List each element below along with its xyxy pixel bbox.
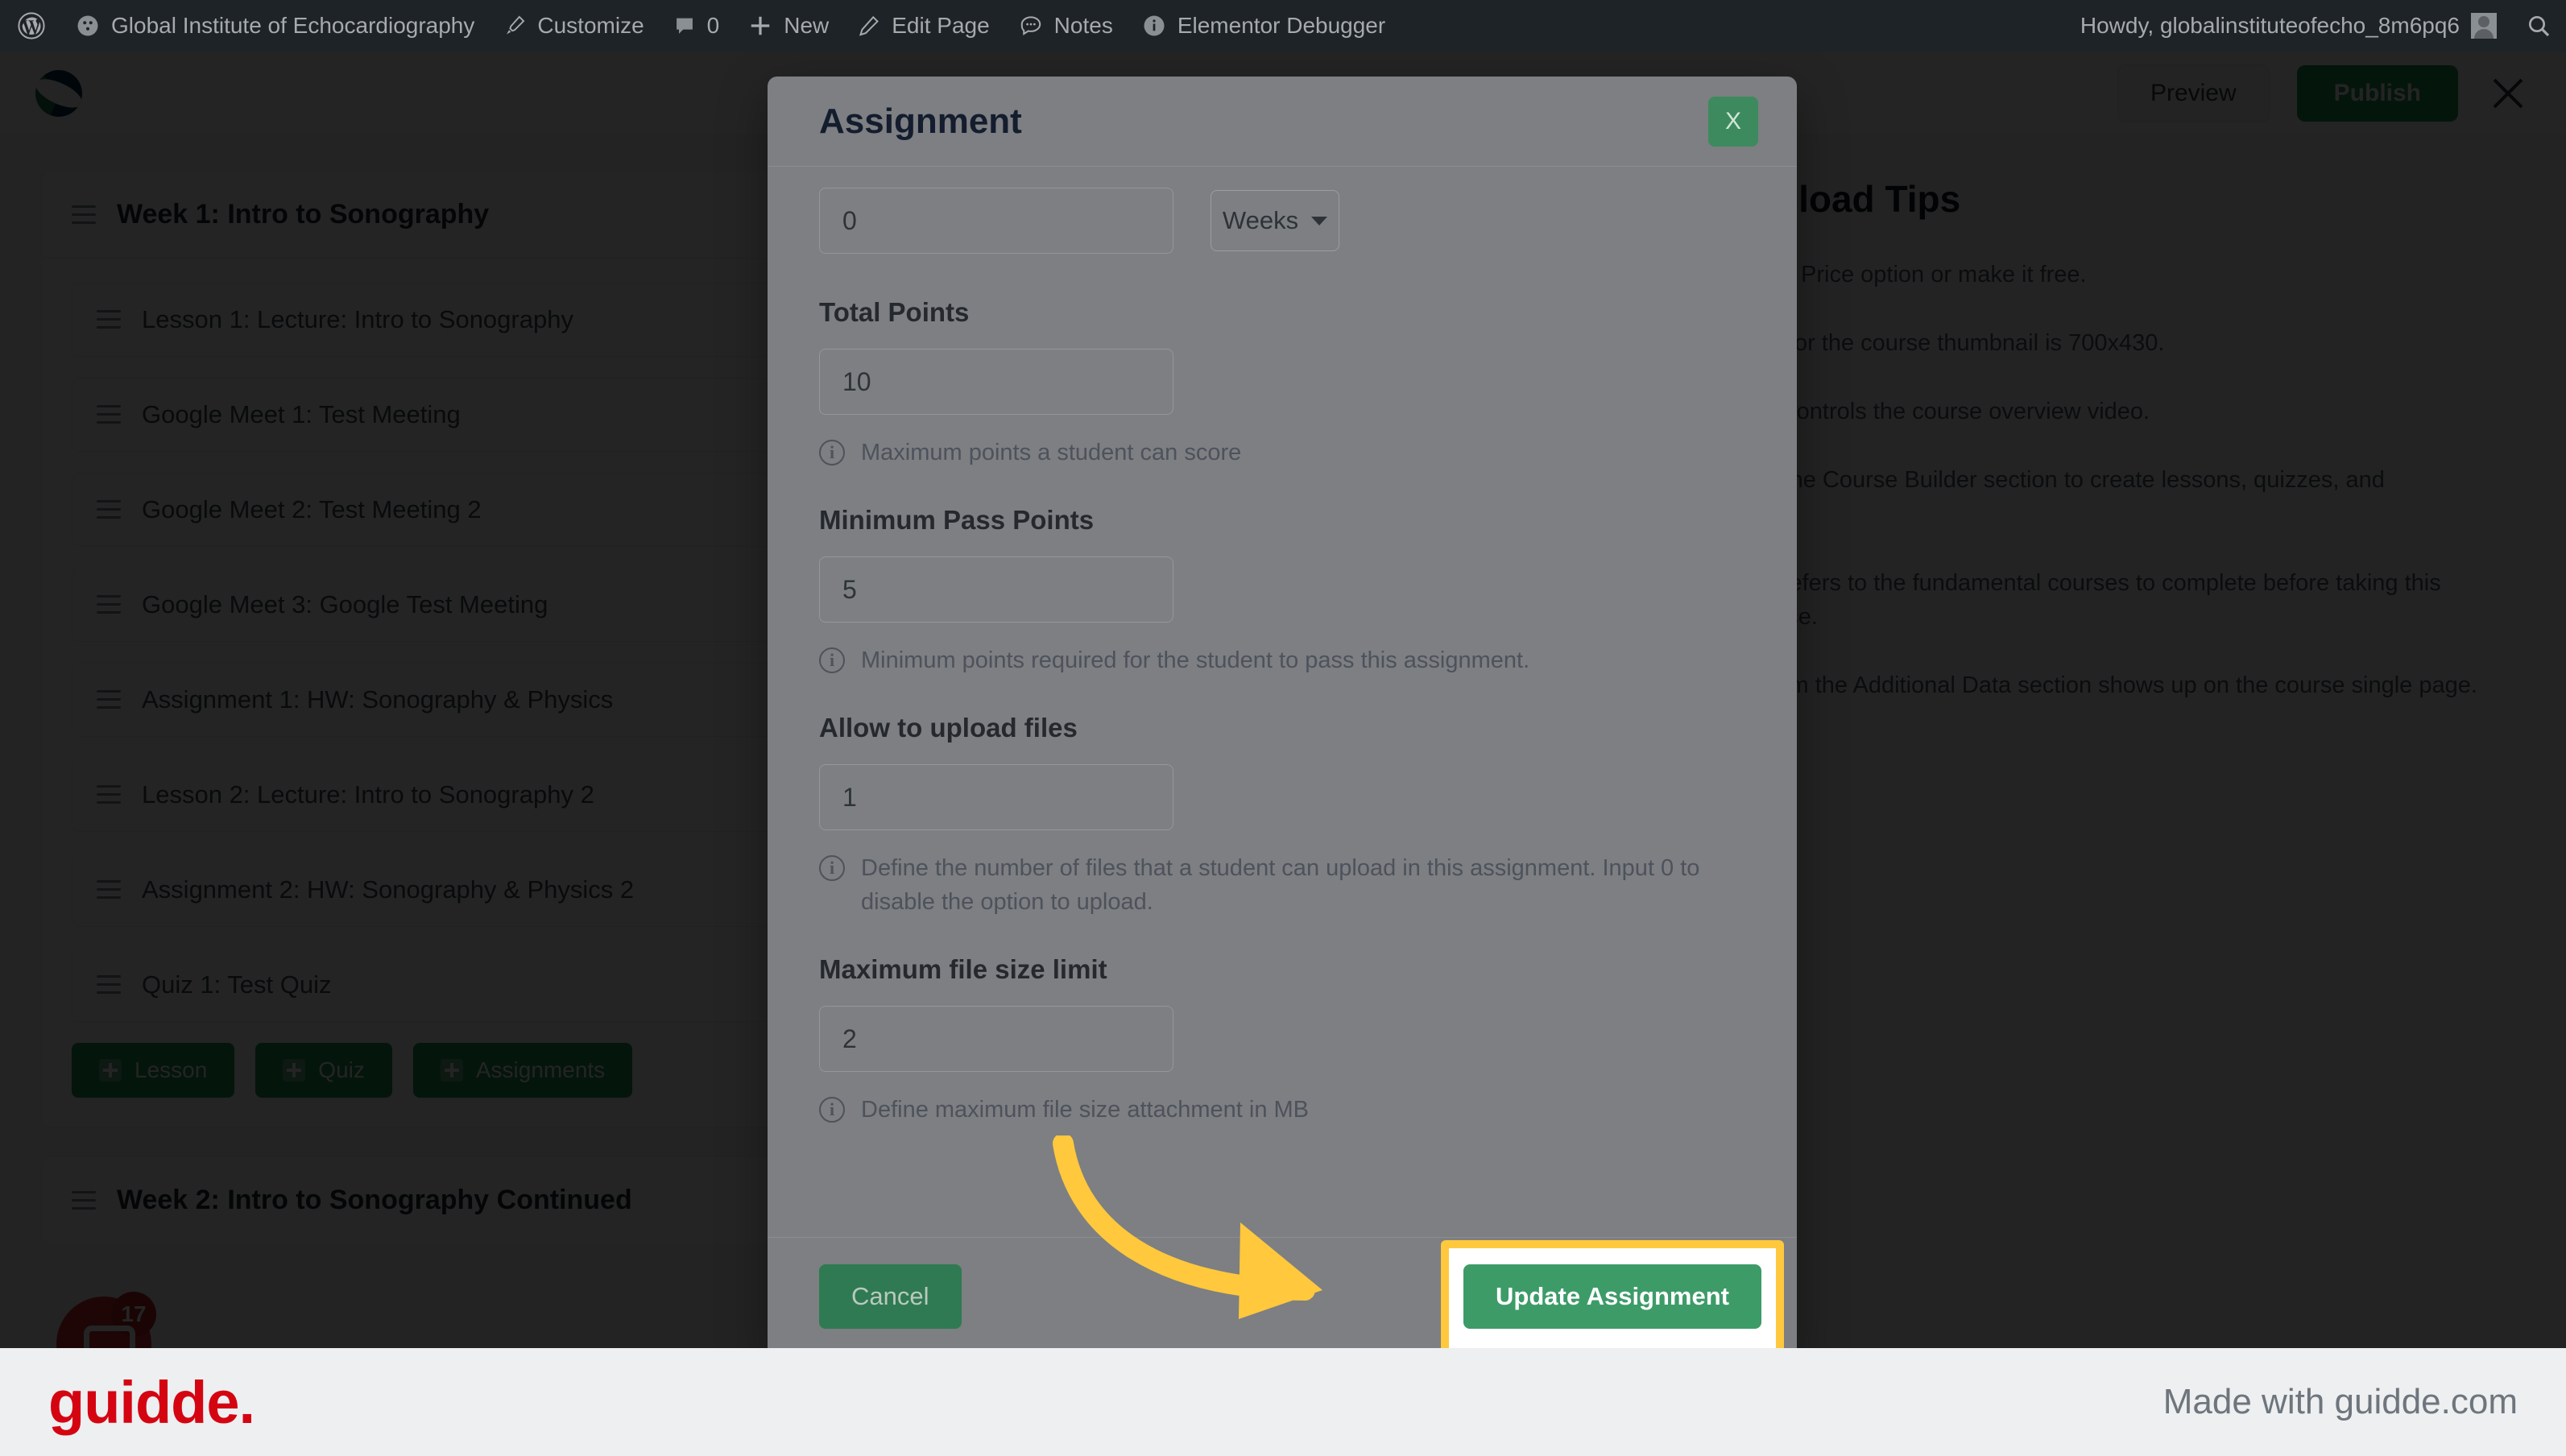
- dashboard-icon: [76, 14, 100, 38]
- admin-bar-customize[interactable]: Customize: [489, 0, 658, 52]
- paintbrush-icon: [503, 14, 526, 37]
- curved-arrow-icon: [1039, 1133, 1409, 1341]
- admin-bar-site-name[interactable]: Global Institute of Echocardiography: [61, 0, 489, 52]
- made-with-guidde-label: Made with guidde.com: [2162, 1382, 2518, 1421]
- total-points-hint-text: Maximum points a student can score: [861, 440, 1242, 465]
- guidde-footer: guidde. Made with guidde.com: [0, 1348, 2566, 1456]
- info-circle-icon: i: [819, 1097, 845, 1123]
- admin-bar-elementor-debugger[interactable]: Elementor Debugger: [1128, 0, 1400, 52]
- wp-admin-bar: Global Institute of Echocardiography Cus…: [0, 0, 2566, 52]
- admin-bar-edit-page-label: Edit Page: [892, 13, 990, 38]
- duration-field-row: 0 Weeks: [819, 188, 1745, 254]
- minimum-pass-points-hint-text: Minimum points required for the student …: [861, 647, 1530, 674]
- maximum-file-size-hint: i Define maximum file size attachment in…: [819, 1093, 1721, 1127]
- allow-upload-files-hint-text: Define the number of files that a studen…: [861, 855, 1700, 916]
- total-points-label: Total Points: [819, 297, 970, 327]
- modal-title: Assignment: [819, 101, 1022, 141]
- minimum-pass-points-label: Minimum Pass Points: [819, 505, 1095, 536]
- total-points-group: Total Points 10 i Maximum points a stude…: [819, 297, 1745, 469]
- minimum-pass-points-input[interactable]: 5: [819, 556, 1173, 623]
- modal-header: Assignment X: [768, 77, 1797, 167]
- admin-bar-wp-logo[interactable]: [0, 0, 61, 52]
- wordpress-logo-icon: [18, 12, 45, 39]
- admin-bar-howdy-label: Howdy, globalinstituteofecho_8m6pq6: [2080, 13, 2460, 38]
- admin-bar-new-label: New: [784, 13, 830, 38]
- admin-bar-new[interactable]: New: [734, 0, 843, 52]
- allow-upload-files-hint: i Define the number of files that a stud…: [819, 851, 1721, 919]
- maximum-file-size-label: Maximum file size limit: [819, 954, 1107, 985]
- allow-upload-files-group: Allow to upload files 1 i Define the num…: [819, 713, 1745, 919]
- info-circle-icon: i: [819, 647, 845, 674]
- modal-body: 0 Weeks Total Points 10 i Maximum points…: [768, 167, 1797, 1237]
- pencil-icon: [858, 14, 880, 37]
- duration-unit-select[interactable]: Weeks: [1211, 190, 1339, 251]
- maximum-file-size-group: Maximum file size limit 2 i Define maxim…: [819, 954, 1745, 1127]
- info-circle-icon: [1142, 14, 1166, 38]
- chevron-down-icon: [1311, 216, 1328, 225]
- maximum-file-size-hint-text: Define maximum file size attachment in M…: [861, 1097, 1310, 1123]
- avatar: [2471, 13, 2497, 39]
- total-points-input[interactable]: 10: [819, 349, 1173, 415]
- close-icon[interactable]: X: [1708, 96, 1758, 147]
- admin-bar-site-name-label: Global Institute of Echocardiography: [111, 13, 475, 38]
- maximum-file-size-input[interactable]: 2: [819, 1006, 1173, 1073]
- admin-bar-elementor-debugger-label: Elementor Debugger: [1177, 13, 1386, 38]
- admin-bar-comments[interactable]: 0: [659, 0, 735, 52]
- admin-bar-comments-count: 0: [706, 13, 720, 38]
- info-circle-icon: i: [819, 440, 845, 465]
- minimum-pass-points-group: Minimum Pass Points 5 i Minimum points r…: [819, 505, 1745, 677]
- admin-bar-notes-label: Notes: [1053, 13, 1113, 38]
- duration-input[interactable]: 0: [819, 188, 1173, 254]
- search-icon: [2526, 13, 2552, 39]
- admin-bar-edit-page[interactable]: Edit Page: [843, 0, 1004, 52]
- minimum-pass-points-hint: i Minimum points required for the studen…: [819, 643, 1721, 677]
- notes-bubble-icon: [1019, 14, 1043, 38]
- total-points-hint: i Maximum points a student can score: [819, 436, 1721, 469]
- allow-upload-files-label: Allow to upload files: [819, 713, 1078, 743]
- cancel-button[interactable]: Cancel: [819, 1264, 962, 1329]
- info-circle-icon: i: [819, 855, 845, 882]
- update-assignment-button[interactable]: Update Assignment: [1463, 1264, 1761, 1329]
- screenshot-root: Global Institute of Echocardiography Cus…: [0, 0, 2566, 1456]
- plus-icon: [748, 14, 772, 38]
- admin-bar-notes[interactable]: Notes: [1004, 0, 1128, 52]
- update-assignment-wrapper: Update Assignment: [1441, 1239, 1784, 1355]
- comment-bubble-icon: [673, 14, 696, 37]
- allow-upload-files-input[interactable]: 1: [819, 764, 1173, 831]
- duration-unit-label: Weeks: [1222, 206, 1299, 234]
- admin-bar-customize-label: Customize: [537, 13, 644, 38]
- guidde-logo: guidde.: [48, 1368, 255, 1436]
- admin-bar-my-account[interactable]: Howdy, globalinstituteofecho_8m6pq6: [2066, 0, 2511, 52]
- admin-bar-search[interactable]: [2511, 0, 2566, 52]
